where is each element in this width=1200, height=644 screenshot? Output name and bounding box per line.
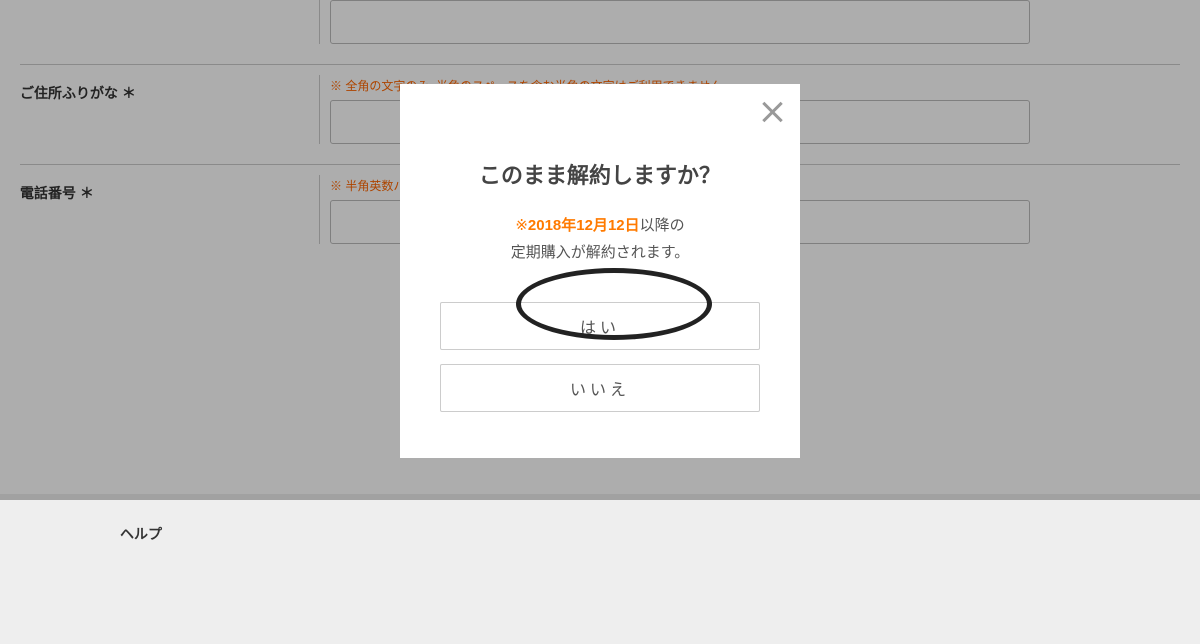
modal-overlay: このまま解約しますか？ ※2018年12月12日以降の 定期購入が解約されます。…	[0, 0, 1200, 500]
no-button[interactable]: いいえ	[440, 364, 760, 412]
close-icon[interactable]	[758, 98, 786, 126]
modal-title: このまま解約しますか？	[424, 158, 776, 190]
modal-date: 2018年12月12日	[528, 217, 640, 234]
yes-button[interactable]: はい	[440, 302, 760, 350]
footer-help-heading: ヘルプ	[120, 524, 1080, 544]
modal-line2: 定期購入が解約されます。	[511, 244, 690, 261]
modal-mark: ※	[515, 217, 528, 234]
modal-subtext: ※2018年12月12日以降の 定期購入が解約されます。	[424, 212, 776, 266]
modal-after: 以降の	[640, 217, 685, 234]
cancel-confirm-modal: このまま解約しますか？ ※2018年12月12日以降の 定期購入が解約されます。…	[400, 84, 800, 458]
footer: ヘルプ	[0, 494, 1200, 644]
